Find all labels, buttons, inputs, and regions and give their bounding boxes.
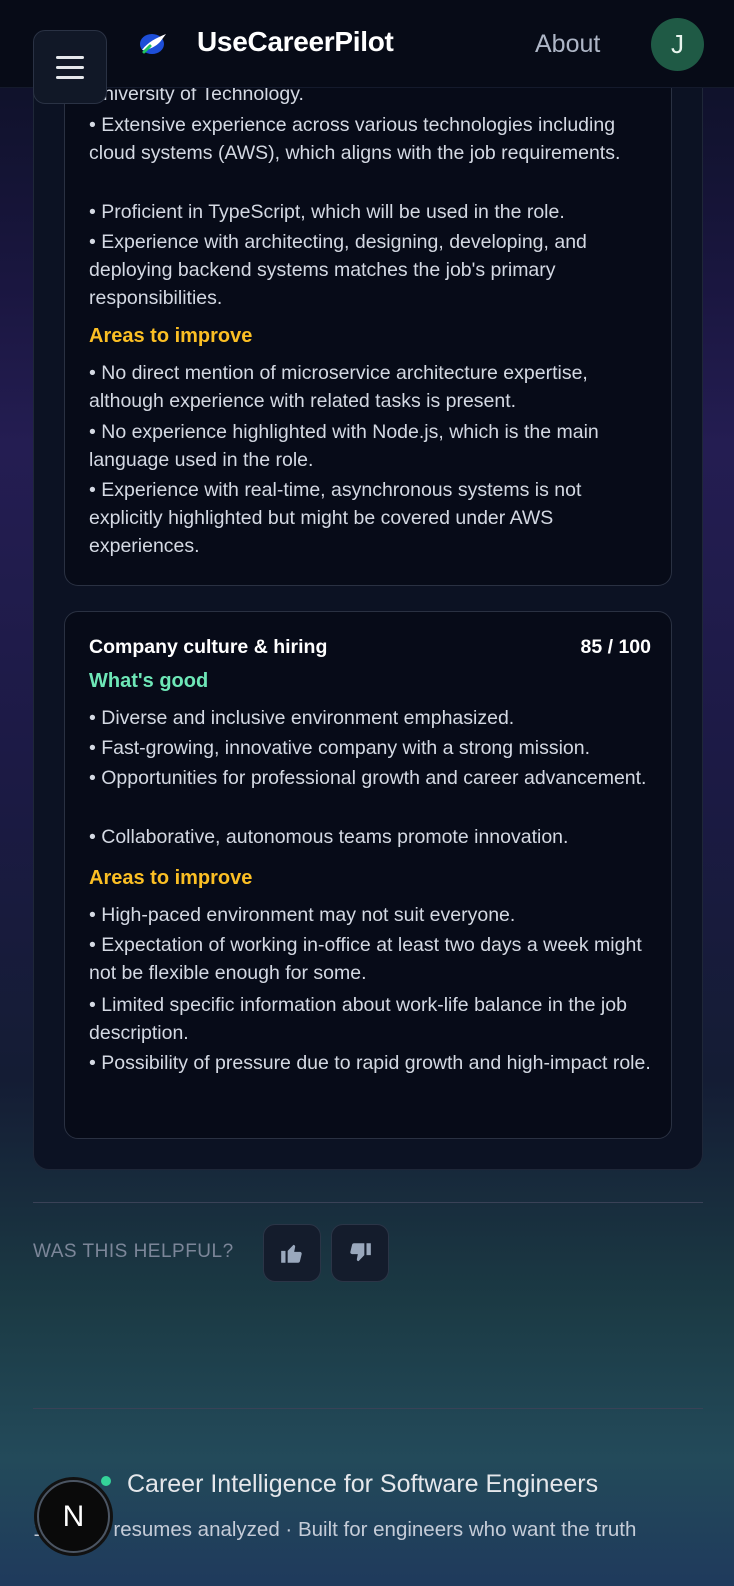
improve-item: • Experience with real-time, asynchronou… <box>89 479 582 557</box>
helpful-label: WAS THIS HELPFUL? <box>33 1241 234 1262</box>
status-dot <box>101 1476 111 1486</box>
dev-tools-badge[interactable]: N <box>37 1480 110 1553</box>
good-item: • Fast-growing, innovative company with … <box>89 737 591 759</box>
hamburger-icon <box>56 55 84 59</box>
avatar[interactable]: J <box>651 18 704 71</box>
thumbs-up-icon <box>281 1244 302 1263</box>
menu-button[interactable] <box>33 30 107 104</box>
good-heading: What's good <box>89 670 209 692</box>
good-item: • Opportunities for professional growth … <box>89 767 647 789</box>
footer-title: Career Intelligence for Software Enginee… <box>127 1470 599 1498</box>
about-link[interactable]: About <box>535 30 600 59</box>
improve-item: • Expectation of working in-office at le… <box>89 934 642 984</box>
score-badge: 85 / 100 <box>580 636 651 658</box>
thumbs-down-button[interactable] <box>331 1224 389 1282</box>
improve-item: • No direct mention of microservice arch… <box>89 362 588 412</box>
thumbs-up-button[interactable] <box>263 1224 321 1282</box>
good-item: • Extensive experience across various te… <box>89 114 621 164</box>
improve-item: • High-paced environment may not suit ev… <box>89 904 516 926</box>
good-item: • Collaborative, autonomous teams promot… <box>89 826 569 848</box>
top-navbar: UseCareerPilot About J <box>0 0 734 88</box>
improve-item: • Limited specific information about wor… <box>89 994 627 1044</box>
footer-subtitle: 12,000+ resumes analyzed · Built for eng… <box>33 1518 637 1541</box>
good-item: • Proficient in TypeScript, which will b… <box>89 201 565 223</box>
card-title: Company culture & hiring <box>89 636 328 658</box>
improve-item: • No experience highlighted with Node.js… <box>89 421 599 471</box>
divider <box>33 1202 703 1203</box>
improve-heading: Areas to improve <box>89 325 253 347</box>
logo-icon <box>140 34 166 54</box>
divider <box>33 1408 703 1409</box>
improve-item: • Possibility of pressure due to rapid g… <box>89 1052 651 1074</box>
good-item: • Experience with architecting, designin… <box>89 231 587 309</box>
improve-heading: Areas to improve <box>89 867 253 889</box>
thumbs-down-icon <box>350 1243 371 1262</box>
good-item: • Diverse and inclusive environment emph… <box>89 707 515 729</box>
brand-name[interactable]: UseCareerPilot <box>197 26 394 58</box>
